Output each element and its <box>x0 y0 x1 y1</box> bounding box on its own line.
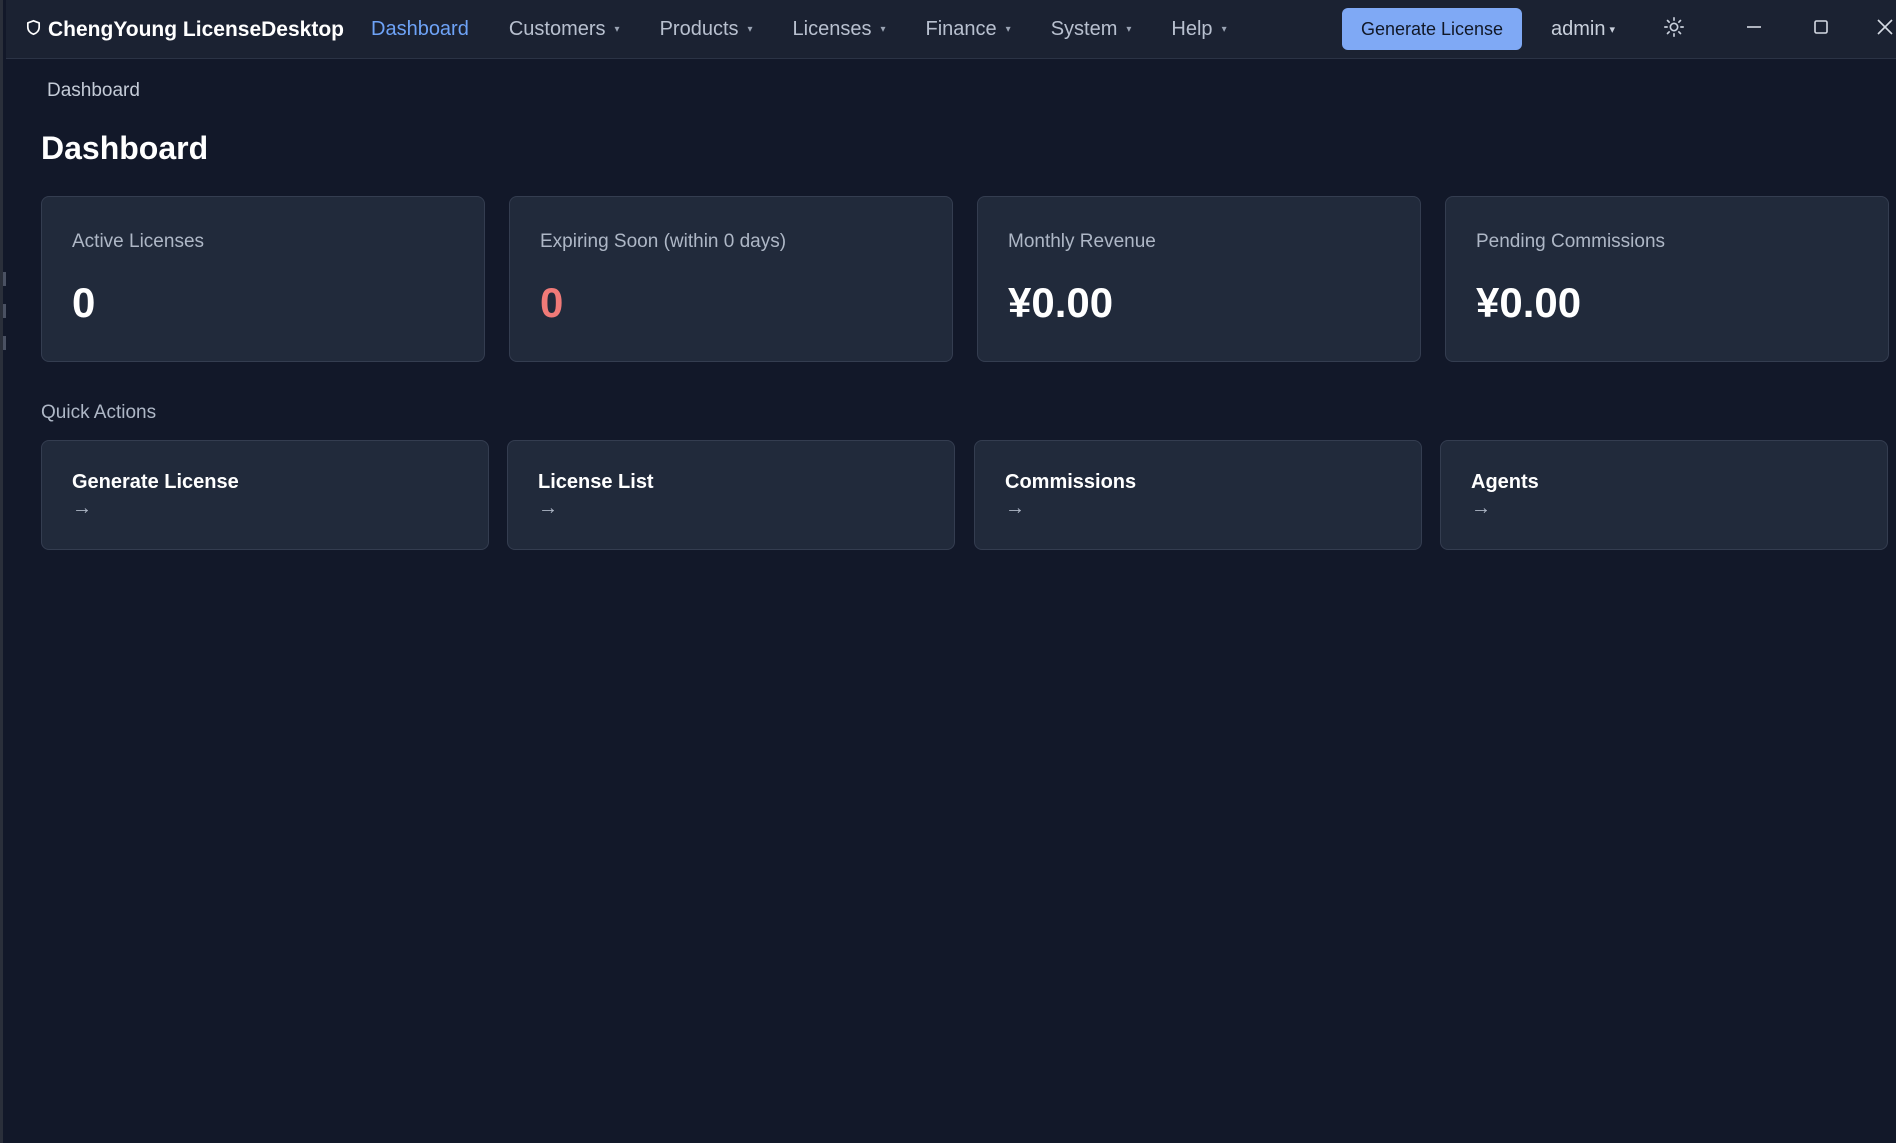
nav-customers[interactable]: Customers ▾ <box>509 18 620 41</box>
top-bar: ChengYoung LicenseDesktop Dashboard Cust… <box>6 0 1896 59</box>
maximize-button[interactable] <box>1806 14 1836 44</box>
quick-action-title: Commissions <box>1005 471 1137 493</box>
arrow-right-icon: → <box>72 497 92 519</box>
quick-action-commissions[interactable]: Commissions → <box>974 440 1422 550</box>
stat-label: Pending Commissions <box>1476 231 1666 252</box>
stat-label: Active Licenses <box>72 231 205 252</box>
generate-license-button[interactable]: Generate License <box>1342 8 1522 50</box>
stat-card-expiring-soon: Expiring Soon (within 0 days) 0 <box>509 196 953 362</box>
stat-value: ¥0.00 <box>1476 279 1582 326</box>
quick-action-agents[interactable]: Agents → <box>1440 440 1888 550</box>
chevron-down-icon: ▾ <box>880 24 886 35</box>
nav-system-label: System <box>1050 18 1118 40</box>
theme-toggle-button[interactable] <box>1661 16 1687 42</box>
nav-dashboard-label: Dashboard <box>371 18 469 40</box>
app-title: ChengYoung LicenseDesktop <box>48 17 344 41</box>
quick-actions-label: Quick Actions <box>41 402 157 423</box>
sun-icon <box>1663 16 1685 43</box>
minimize-button[interactable] <box>1739 14 1769 44</box>
nav-finance-label: Finance <box>925 18 997 40</box>
quick-action-title: License List <box>538 471 654 493</box>
nav-finance[interactable]: Finance ▾ <box>926 18 1011 41</box>
stat-label: Monthly Revenue <box>1008 231 1156 252</box>
app-window: ChengYoung LicenseDesktop Dashboard Cust… <box>0 0 1896 1143</box>
stat-card-pending-commissions: Pending Commissions ¥0.00 <box>1445 196 1889 362</box>
user-menu[interactable]: admin ▾ <box>1551 0 1615 59</box>
quick-action-title: Generate License <box>72 471 239 493</box>
window-edge-artifact <box>3 304 6 318</box>
chevron-down-icon: ▾ <box>1609 24 1616 36</box>
nav-help-label: Help <box>1171 18 1213 40</box>
stat-label: Expiring Soon (within 0 days) <box>540 231 787 252</box>
nav-licenses[interactable]: Licenses ▾ <box>793 18 886 41</box>
shield-icon <box>25 18 42 42</box>
nav-help[interactable]: Help ▾ <box>1171 18 1226 41</box>
close-button[interactable] <box>1870 14 1896 44</box>
app-brand: ChengYoung LicenseDesktop <box>25 0 344 59</box>
stat-value: 0 <box>540 279 564 326</box>
chevron-down-icon: ▾ <box>1005 24 1011 35</box>
nav-customers-label: Customers <box>508 18 606 40</box>
main-nav: Dashboard Customers ▾ Products ▾ License… <box>371 0 1267 59</box>
nav-system[interactable]: System ▾ <box>1051 18 1132 41</box>
nav-products-label: Products <box>659 18 739 40</box>
minimize-icon <box>1745 18 1763 41</box>
window-edge-artifact <box>3 336 6 350</box>
stat-value: ¥0.00 <box>1008 279 1114 326</box>
maximize-icon <box>1812 18 1830 41</box>
chevron-down-icon: ▾ <box>1126 24 1132 35</box>
stats-row: Active Licenses 0 Expiring Soon (within … <box>41 196 1889 362</box>
quick-action-generate-license[interactable]: Generate License → <box>41 440 489 550</box>
arrow-right-icon: → <box>538 497 558 519</box>
nav-dashboard[interactable]: Dashboard <box>371 18 469 41</box>
arrow-right-icon: → <box>1005 497 1025 519</box>
nav-products[interactable]: Products ▾ <box>660 18 753 41</box>
quick-actions-row: Generate License → License List → Commis… <box>41 440 1889 550</box>
arrow-right-icon: → <box>1471 497 1491 519</box>
quick-action-license-list[interactable]: License List → <box>507 440 955 550</box>
chevron-down-icon: ▾ <box>614 24 620 35</box>
stat-value: 0 <box>72 279 96 326</box>
close-icon <box>1876 18 1894 41</box>
stat-card-active-licenses: Active Licenses 0 <box>41 196 485 362</box>
nav-licenses-label: Licenses <box>792 18 872 40</box>
quick-action-title: Agents <box>1471 471 1539 493</box>
page-title: Dashboard <box>41 130 209 166</box>
window-edge-artifact <box>3 272 6 286</box>
breadcrumb: Dashboard <box>47 80 140 101</box>
chevron-down-icon: ▾ <box>1221 24 1227 35</box>
stat-card-monthly-revenue: Monthly Revenue ¥0.00 <box>977 196 1421 362</box>
user-name: admin <box>1551 18 1606 40</box>
chevron-down-icon: ▾ <box>747 24 753 35</box>
